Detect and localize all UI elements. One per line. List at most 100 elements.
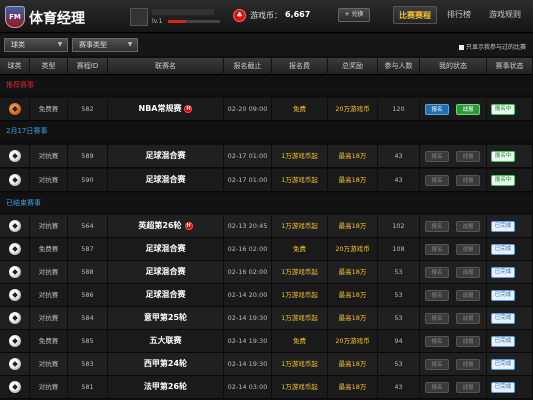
user-profile[interactable]: lv.1 (130, 8, 225, 26)
report-button[interactable]: 战报 (456, 382, 480, 393)
event-status-badge[interactable]: 已完成 (491, 313, 515, 324)
table-row[interactable]: 对抗赛 590 足球混合赛 02-17 01:00 1万游戏币起 最高18万 43 报名 战报报… (0, 169, 533, 192)
deadline: 02-16 02:00 (227, 245, 268, 253)
report-label: 战报 (462, 316, 474, 322)
event-status-badge[interactable]: 已完成 (491, 359, 515, 370)
signup-status-label: 报名 (431, 107, 443, 113)
match-type-cell: 对抗赛 (30, 307, 68, 329)
signup-status-label: 报名 (431, 339, 443, 345)
section-header: 2月17日赛事 (0, 122, 533, 140)
match-type-select[interactable]: 赛事类型 ▼ (72, 38, 138, 52)
table-row[interactable]: 对抗赛 564 英超第26轮 H 02-13 20:45 1万游戏币起 最高18万 102 报名… (0, 215, 533, 238)
signup-status-button[interactable]: 报名 (425, 221, 449, 232)
signup-status-button[interactable]: 报名 (425, 382, 449, 393)
event-status-badge[interactable]: 已完成 (491, 244, 515, 255)
signup-status-button[interactable]: 报名 (425, 336, 449, 347)
report-button[interactable]: 战报 (456, 104, 480, 115)
nav-leaderboard[interactable]: 排行榜 (442, 6, 476, 24)
checkbox[interactable] (459, 45, 464, 50)
signup-status-button[interactable]: 报名 (425, 313, 449, 324)
players-cell: 43 (378, 145, 420, 167)
user-level: lv.1 (152, 18, 163, 25)
report-button[interactable]: 战报 (456, 267, 480, 278)
league-name: 足球混合赛 (145, 175, 186, 184)
report-button[interactable]: 战报 (456, 290, 480, 301)
sport-cell (0, 376, 30, 398)
deadline: 02-16 02:00 (227, 268, 268, 276)
event-status-cell: 已完成 (487, 376, 533, 398)
table-row[interactable]: 免费赛 585 五大联赛 02-14 19:30 免费 20万游戏币 94 报名 战报 已完成 (0, 330, 533, 353)
column-header[interactable]: 报名截止 (224, 58, 272, 75)
event-status-badge[interactable]: 已完成 (491, 221, 515, 232)
user-name-placeholder (152, 9, 214, 15)
avatar[interactable] (130, 8, 148, 26)
schedule-id-cell: 585 (68, 330, 108, 352)
app-logo-icon[interactable]: FM (5, 6, 25, 28)
report-button[interactable]: 战报 (456, 175, 480, 186)
column-header[interactable]: 球类 (0, 58, 30, 75)
league-name-cell: 足球混合赛 (108, 169, 224, 191)
signup-status-button[interactable]: 报名 (425, 359, 449, 370)
league-name-cell: 足球混合赛 (108, 284, 224, 306)
event-status-badge[interactable]: 已完成 (491, 382, 515, 393)
column-header[interactable]: 联赛名 (108, 58, 224, 75)
column-header[interactable]: 总奖励 (328, 58, 378, 75)
football-icon (9, 358, 21, 370)
column-header[interactable]: 类型 (30, 58, 68, 75)
column-header[interactable]: 赛程ID (68, 58, 108, 75)
report-button[interactable]: 战报 (456, 244, 480, 255)
signup-status-button[interactable]: 报名 (425, 244, 449, 255)
event-status-badge[interactable]: 已完成 (491, 336, 515, 347)
column-header[interactable]: 我的状态 (420, 58, 487, 75)
my-status-cell: 报名 战报 (420, 353, 487, 375)
nav-rules[interactable]: 游戏规则 (483, 6, 527, 24)
event-status-badge[interactable]: 已完成 (491, 267, 515, 278)
report-label: 战报 (462, 224, 474, 230)
table-row[interactable]: 对抗赛 584 意甲第25轮 02-14 19:30 1万游戏币起 最高18万 53 报名 战报… (0, 307, 533, 330)
signup-status-button[interactable]: 报名 (425, 290, 449, 301)
entry-fee-cell: 1万游戏币起 (272, 284, 328, 306)
event-status-badge[interactable]: 报名中 (491, 175, 515, 186)
report-button[interactable]: 战报 (456, 221, 480, 232)
table-row[interactable]: 对抗赛 583 西甲第24轮 02-14 19:30 1万游戏币起 最高18万 53 报名 战报… (0, 353, 533, 376)
players-cell: 53 (378, 284, 420, 306)
column-header[interactable]: 赛事状态 (487, 58, 533, 75)
column-header[interactable]: 参与人数 (378, 58, 420, 75)
my-status-cell: 报名 战报 (420, 145, 487, 167)
schedule-id: 588 (81, 268, 94, 276)
exchange-button[interactable]: + 兑换 (338, 8, 370, 22)
table-row[interactable]: 免费赛 582 NBA常规赛 H 02-20 09:00 免费 20万游戏币 120 报名 战报报… (0, 98, 533, 121)
event-status-badge[interactable]: 已完成 (491, 290, 515, 301)
table-row[interactable]: 对抗赛 589 足球混合赛 02-17 01:00 1万游戏币起 最高18万 43 报名 战报报… (0, 145, 533, 168)
report-button[interactable]: 战报 (456, 359, 480, 370)
entry-fee: 1万游戏币起 (281, 222, 318, 230)
section-header: 已结束赛事 (0, 194, 533, 212)
entry-fee-cell: 1万游戏币起 (272, 169, 328, 191)
prize-cell: 最高18万 (328, 284, 378, 306)
table-row[interactable]: 对抗赛 588 足球混合赛 02-16 02:00 1万游戏币起 最高18万 53 报名 战报 已… (0, 261, 533, 284)
total-prize: 最高18万 (338, 222, 367, 230)
match-type: 免费赛 (38, 105, 59, 113)
only-joined-toggle[interactable]: 只显示我参与过的比赛 (459, 42, 526, 51)
total-prize: 最高18万 (338, 176, 367, 184)
table-row[interactable]: 免费赛 587 足球混合赛 02-16 02:00 免费 20万游戏币 108 报名 战报 已完成 (0, 238, 533, 261)
report-button[interactable]: 战报 (456, 313, 480, 324)
hot-badge-icon: H (184, 105, 193, 113)
football-icon (9, 243, 21, 255)
table-row[interactable]: 对抗赛 586 足球混合赛 02-14 20:00 1万游戏币起 最高18万 53 报名 战报 已… (0, 284, 533, 307)
event-status-badge[interactable]: 报名中 (491, 151, 515, 162)
signup-status-label: 报名 (431, 385, 443, 391)
signup-status-button[interactable]: 报名 (425, 175, 449, 186)
event-status-badge[interactable]: 报名中 (491, 104, 515, 115)
table-row[interactable]: 对抗赛 581 法甲第26轮 02-14 03:00 1万游戏币起 最高18万 43 报名 战报… (0, 376, 533, 399)
column-header[interactable]: 报名费 (272, 58, 328, 75)
signup-status-button[interactable]: 报名 (425, 104, 449, 115)
signup-status-button[interactable]: 报名 (425, 267, 449, 278)
nav-schedule[interactable]: 比赛赛程 (393, 6, 437, 24)
report-button[interactable]: 战报 (456, 336, 480, 347)
sport-type-select[interactable]: 球类 ▼ (4, 38, 68, 52)
entry-fee: 1万游戏币起 (281, 314, 318, 322)
signup-status-button[interactable]: 报名 (425, 151, 449, 162)
report-button[interactable]: 战报 (456, 151, 480, 162)
entry-fee-cell: 免费 (272, 98, 328, 120)
